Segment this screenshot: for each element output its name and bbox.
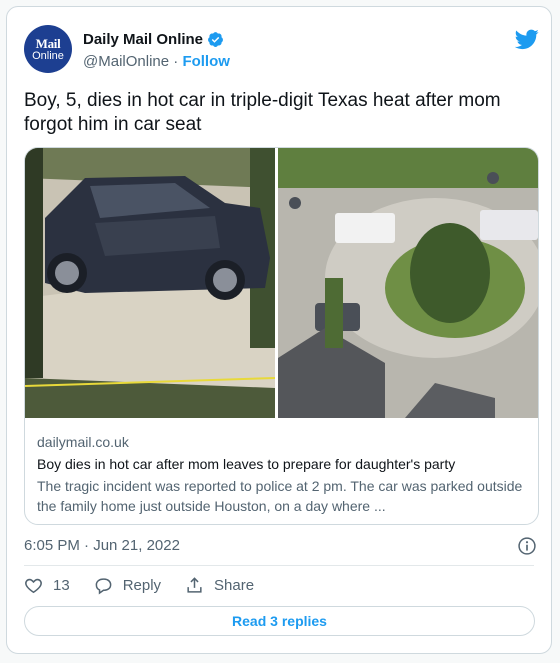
info-icon[interactable] xyxy=(517,536,537,556)
tweet-card: Mail Online Daily Mail Online @MailOnlin… xyxy=(6,6,552,654)
tweet-timestamp[interactable]: 6:05 PM · Jun 21, 2022 xyxy=(24,537,180,554)
like-button[interactable]: 13 xyxy=(24,576,70,595)
card-domain: dailymail.co.uk xyxy=(37,434,129,450)
handle-separator: · xyxy=(169,53,183,70)
author-handle[interactable]: @MailOnline xyxy=(83,53,169,70)
card-description: The tragic incident was reported to poli… xyxy=(37,478,523,514)
twitter-bird-icon[interactable] xyxy=(515,27,539,51)
tweet-text: Boy, 5, dies in hot car in triple-digit … xyxy=(24,90,501,135)
reply-label: Reply xyxy=(122,577,162,594)
avatar-logo-line2: Online xyxy=(32,49,64,62)
reply-bubble-icon xyxy=(95,578,112,595)
author-name-row: Daily Mail Online xyxy=(83,31,224,48)
read-replies-button[interactable]: Read 3 replies xyxy=(24,606,535,636)
author-display-name[interactable]: Daily Mail Online xyxy=(83,31,203,48)
avatar[interactable]: Mail Online xyxy=(24,25,72,73)
author-handle-row: @MailOnline · Follow xyxy=(83,53,230,70)
card-image[interactable] xyxy=(25,148,538,418)
link-preview-card[interactable]: dailymail.co.uk Boy dies in hot car afte… xyxy=(24,147,539,525)
card-info: dailymail.co.uk Boy dies in hot car afte… xyxy=(37,432,527,516)
share-icon xyxy=(187,577,202,593)
card-title: Boy dies in hot car after mom leaves to … xyxy=(37,456,456,472)
follow-button[interactable]: Follow xyxy=(182,53,230,70)
reply-button[interactable]: Reply xyxy=(94,576,161,595)
share-label: Share xyxy=(214,577,255,594)
heart-icon xyxy=(25,578,42,594)
avatar-logo-line1: Mail xyxy=(35,35,61,51)
share-button[interactable]: Share xyxy=(185,576,254,595)
verified-badge-icon xyxy=(208,32,223,47)
like-count: 13 xyxy=(53,577,70,594)
tweet-actions: 13 Reply Share xyxy=(24,576,278,595)
divider xyxy=(24,565,534,566)
